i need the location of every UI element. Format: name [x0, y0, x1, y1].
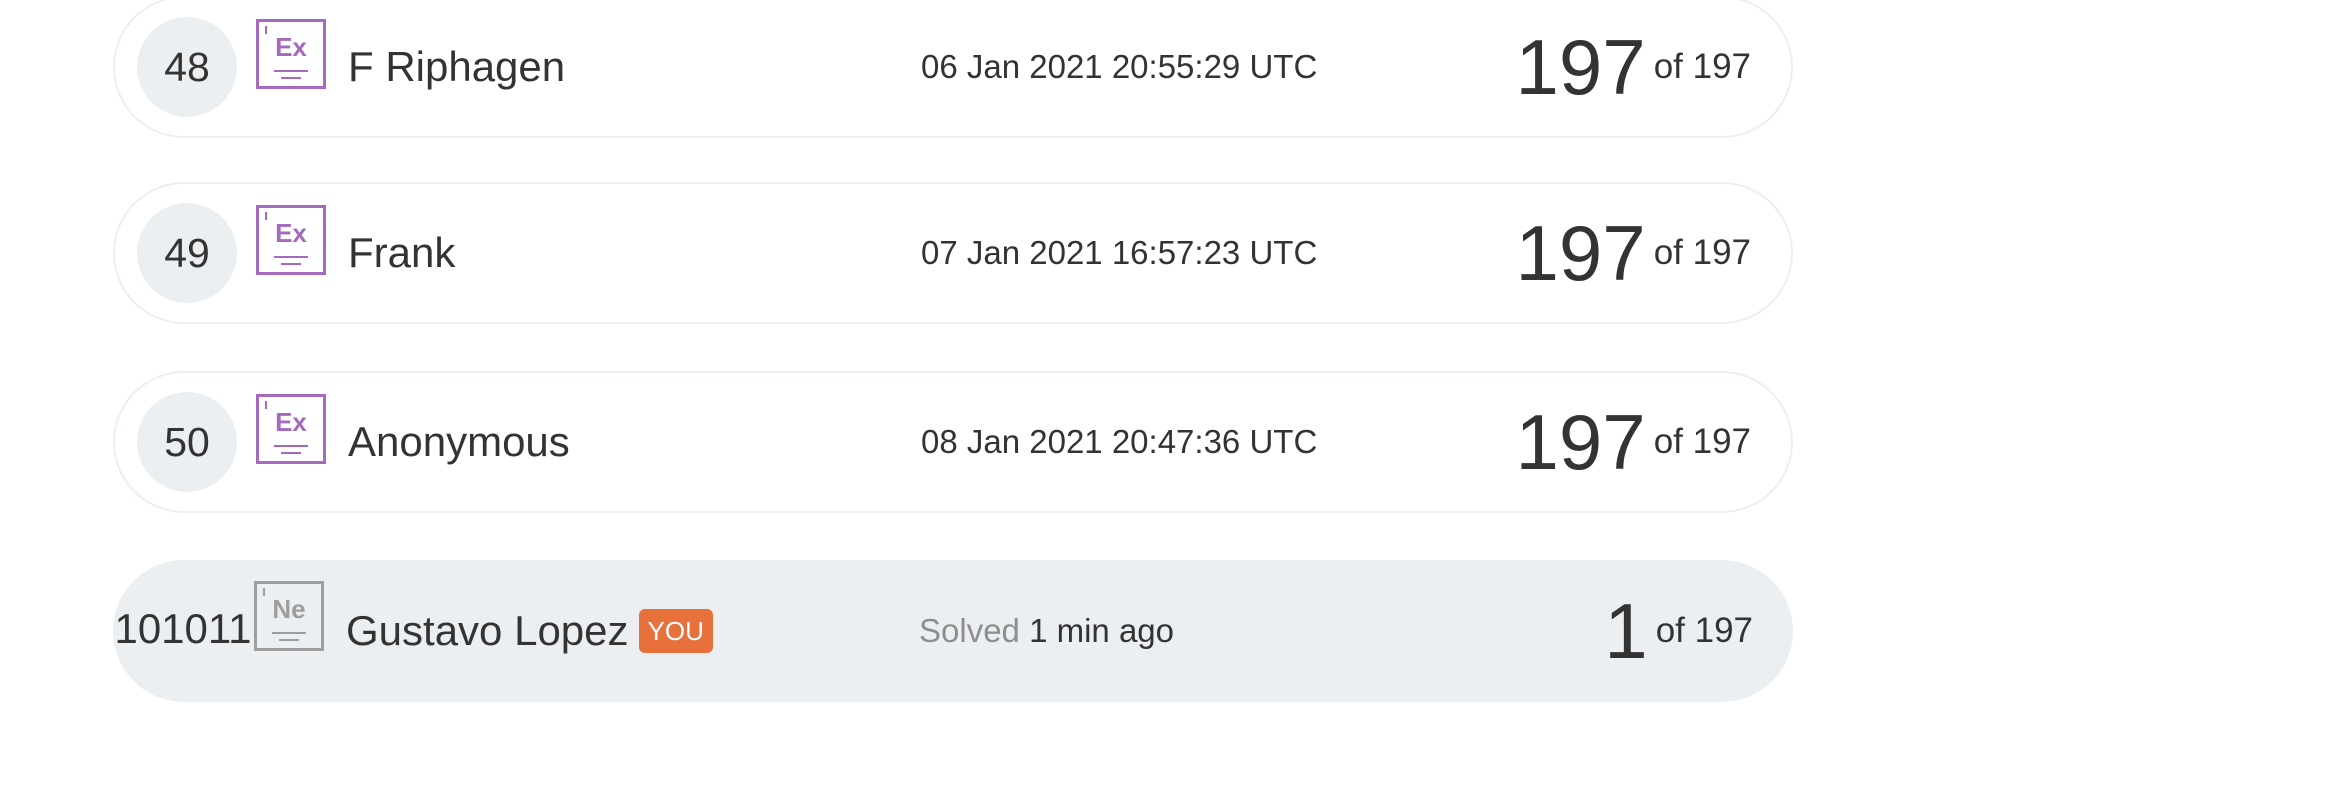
solved-time: 1 min ago	[1029, 612, 1175, 649]
current-user-row[interactable]: 101011 Ne Gustavo Lopez YOU Solved 1 min …	[113, 560, 1793, 702]
player-name: Gustavo Lopez YOU	[346, 560, 713, 702]
score-total: of 197	[1653, 233, 1751, 272]
score: 197 of 197	[1516, 373, 1751, 511]
player-name[interactable]: F Riphagen	[348, 0, 565, 136]
score-total: of 197	[1653, 47, 1751, 86]
solved-label: Solved	[919, 612, 1020, 649]
expert-badge-icon: Ex	[256, 394, 326, 464]
score: 197 of 197	[1516, 184, 1751, 322]
score-value: 197	[1515, 23, 1646, 111]
score-value: 197	[1515, 209, 1646, 297]
leaderboard-row[interactable]: 50 Ex Anonymous 08 Jan 2021 20:47:36 UTC…	[113, 371, 1793, 513]
expert-badge-icon: Ex	[256, 205, 326, 275]
score-value: 1	[1604, 587, 1648, 675]
completion-time: 08 Jan 2021 20:47:36 UTC	[921, 423, 1318, 460]
score-total: of 197	[1655, 611, 1753, 650]
score-total: of 197	[1653, 422, 1751, 461]
player-name[interactable]: Anonymous	[348, 373, 570, 511]
score: 1 of 197	[1604, 560, 1753, 702]
current-user-name[interactable]: Gustavo Lopez	[346, 607, 629, 654]
score: 197 of 197	[1516, 0, 1751, 136]
score-value: 197	[1515, 398, 1646, 486]
completion-time: 06 Jan 2021 20:55:29 UTC	[921, 48, 1318, 85]
rank-circle: 50	[137, 392, 237, 492]
completion-time: Solved 1 min ago	[919, 560, 1174, 702]
newbie-badge-icon: Ne	[254, 581, 324, 651]
leaderboard-row[interactable]: 49 Ex Frank 07 Jan 2021 16:57:23 UTC 197…	[113, 182, 1793, 324]
leaderboard-row[interactable]: 48 Ex F Riphagen 06 Jan 2021 20:55:29 UT…	[113, 0, 1793, 138]
leaderboard: 48 Ex F Riphagen 06 Jan 2021 20:55:29 UT…	[0, 0, 2342, 794]
rank-circle: 49	[137, 203, 237, 303]
rank-circle: 48	[137, 17, 237, 117]
completion-time: 07 Jan 2021 16:57:23 UTC	[921, 234, 1318, 271]
you-badge: YOU	[638, 608, 713, 653]
expert-badge-icon: Ex	[256, 19, 326, 89]
player-name[interactable]: Frank	[348, 184, 455, 322]
